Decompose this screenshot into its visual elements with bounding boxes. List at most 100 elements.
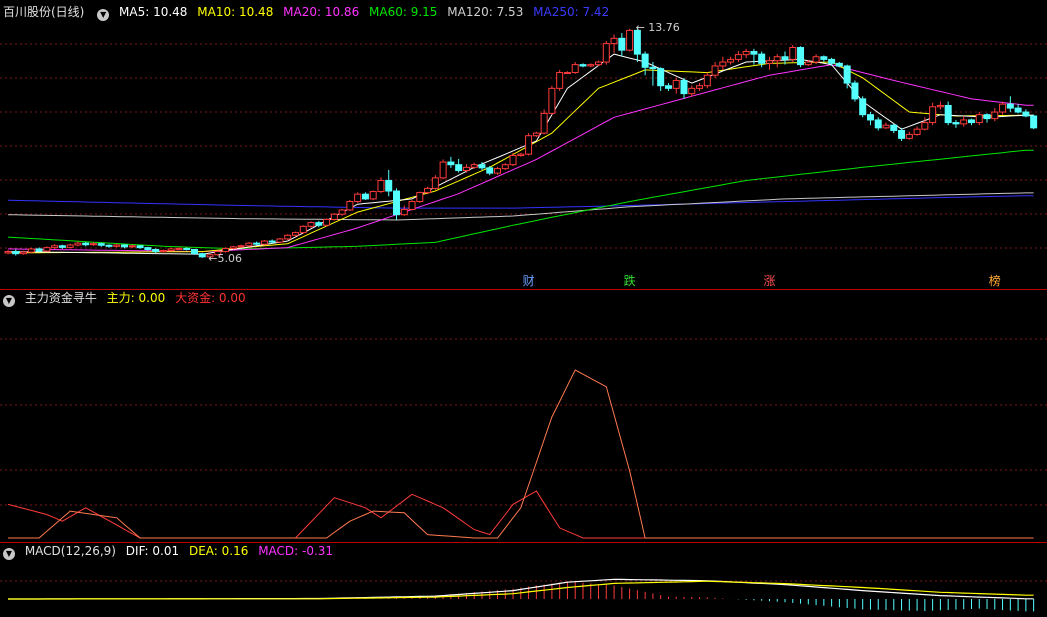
candle-body (618, 37, 626, 51)
candle-body (999, 103, 1007, 113)
candle-body (944, 104, 952, 124)
candle-body (672, 79, 680, 89)
candle-body (494, 168, 502, 174)
candle-body (393, 190, 400, 216)
candle-body (703, 74, 711, 87)
candle-body (74, 242, 82, 246)
candle-body (734, 54, 742, 60)
candle-body (579, 64, 587, 67)
indicator-line (7, 490, 1034, 539)
candle-body (548, 87, 556, 114)
candle-body (571, 64, 579, 74)
candle-body (354, 193, 362, 203)
candle-body (921, 122, 929, 130)
candle-body (315, 222, 323, 226)
candle-body (1030, 115, 1038, 129)
candle-body (299, 225, 307, 234)
candle-body (563, 72, 571, 75)
candle-body (828, 58, 836, 64)
candle-body (167, 248, 175, 252)
candle-body (416, 192, 424, 203)
candle-body (377, 179, 385, 193)
candle-body (882, 124, 890, 129)
candle-body (696, 85, 704, 89)
candle-body (268, 240, 276, 243)
price-chart[interactable]: ← 13.76 ←5.06 财 跌 涨 榜 (0, 0, 1047, 290)
candle-body (51, 245, 59, 249)
candle-body (587, 64, 595, 67)
candle-body (478, 164, 486, 169)
candle-body (136, 245, 144, 249)
candle-body (190, 248, 198, 255)
candle-body (595, 61, 603, 66)
candle-body (657, 68, 665, 87)
candle-body (688, 87, 696, 95)
candle-body (152, 248, 160, 253)
candle-body (260, 240, 268, 245)
candle-body (462, 166, 470, 171)
ma-line-ma120 (7, 192, 1034, 221)
candle-body (198, 253, 206, 258)
candle-body (641, 53, 649, 68)
candle-body (346, 201, 354, 211)
ma-line-ma10 (7, 61, 1034, 254)
indicator-line (8, 369, 1034, 539)
price-panel[interactable]: 百川股份(日线) ▼ MA5: 10.48 MA10: 10.48 MA20: … (0, 0, 1047, 290)
candle-body (540, 112, 548, 134)
candle-body (556, 72, 564, 89)
candle-body (952, 122, 960, 125)
candle-body (82, 242, 90, 246)
candle-body (330, 213, 338, 220)
candle-body (750, 50, 758, 55)
indicator-chart[interactable] (0, 290, 1047, 543)
candle-body (781, 56, 789, 60)
candle-body (626, 29, 634, 51)
candle-body (307, 222, 315, 227)
candle-body (905, 133, 913, 139)
candle-body (89, 243, 97, 246)
candle-body (1022, 111, 1030, 117)
candle-body (431, 177, 439, 189)
candle-body (975, 114, 983, 124)
candle-body (121, 244, 129, 248)
candle-body (711, 65, 719, 76)
candle-body (183, 247, 191, 250)
candle-body (843, 65, 851, 84)
event-marker: 跌 (624, 273, 636, 288)
candle-body (439, 161, 447, 179)
candle-body (773, 56, 781, 62)
candle-body (400, 208, 408, 216)
candle-body (4, 251, 12, 254)
candle-body (610, 37, 618, 45)
candle-body (890, 124, 898, 131)
candle-body (447, 161, 455, 166)
candle-body (983, 114, 991, 120)
low-price-label: ←5.06 (208, 252, 242, 265)
candle-body (851, 82, 859, 100)
candle-body (58, 245, 66, 248)
candle-body (874, 119, 882, 129)
candle-body (253, 242, 261, 245)
ma-line-ma250 (7, 195, 1034, 209)
candle-body (680, 79, 688, 95)
event-marker: 涨 (763, 273, 775, 288)
macd-chart[interactable] (0, 543, 1047, 617)
candle-body (509, 154, 517, 166)
candle-body (361, 193, 369, 200)
indicator-panel[interactable]: ▼ 主力资金寻牛 主力: 0.00 大资金: 0.00 (0, 290, 1047, 543)
candle-body (532, 132, 540, 137)
candle-body (742, 50, 750, 56)
macd-panel[interactable]: ▼ MACD(12,26,9) DIF: 0.01 DEA: 0.16 MACD… (0, 543, 1047, 617)
candle-body (1014, 107, 1022, 113)
candle-body (991, 111, 999, 120)
candle-body (835, 62, 843, 67)
candle-body (175, 247, 183, 250)
candle-body (424, 187, 432, 194)
candle-body (960, 119, 968, 125)
candle-body (797, 47, 805, 66)
candle-body (12, 251, 20, 255)
candle-body (276, 238, 284, 243)
candle-body (517, 153, 525, 156)
candle-body (323, 218, 331, 226)
candle-body (929, 106, 937, 124)
